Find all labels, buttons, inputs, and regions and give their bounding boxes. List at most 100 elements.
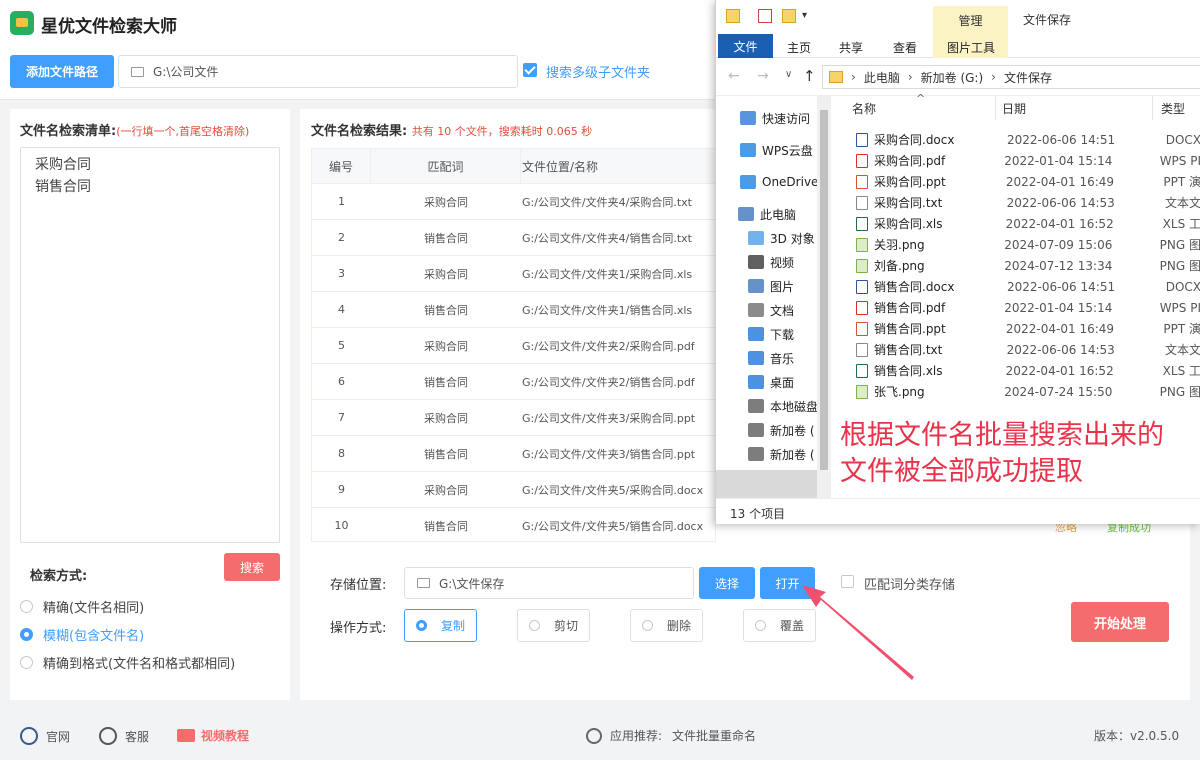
mode-fuzzy-radio[interactable]: 模糊(包含文件名) <box>20 625 144 644</box>
file-name: 销售合同.xls <box>874 364 943 378</box>
recommend-app-link[interactable]: 文件批量重命名 <box>672 727 756 744</box>
file-row[interactable]: 关羽.png 2024-07-09 15:06 PNG 图 <box>852 234 1200 255</box>
nav-item[interactable]: 视频 <box>748 251 794 273</box>
choose-button[interactable]: 选择 <box>699 567 755 599</box>
row-path: G:/公司文件/文件夹2/采购合同.pdf <box>522 339 695 353</box>
radio-dot-icon <box>20 600 33 613</box>
navigation-pane: 快速访问 WPS云盘 OneDrive 此电脑 3D 对象视频 图片 文档 下载 音乐 桌面 本地磁… <box>716 96 831 498</box>
nav-item[interactable]: WPS云盘 <box>740 139 813 161</box>
breadcrumb-this-pc[interactable]: 此电脑 <box>864 69 900 86</box>
table-row[interactable]: 1 采购合同 G:/公司文件/文件夹4/采购合同.txt <box>312 184 715 220</box>
file-name: 刘备.png <box>874 259 925 273</box>
nav-item[interactable]: 图片 <box>748 275 794 297</box>
ie-icon <box>20 727 38 745</box>
search-button[interactable]: 搜索 <box>224 553 280 581</box>
nav-item[interactable]: 此电脑 <box>738 203 796 225</box>
table-row[interactable]: 5 采购合同 G:/公司文件/文件夹2/采购合同.pdf <box>312 328 715 364</box>
table-row[interactable]: 2 销售合同 G:/公司文件/文件夹4/销售合同.txt <box>312 220 715 256</box>
col-date-header[interactable]: 日期 <box>1002 100 1026 117</box>
nav-scrollbar[interactable] <box>817 96 831 498</box>
file-row[interactable]: 采购合同.xls 2022-04-01 16:52 XLS 工 <box>852 213 1200 234</box>
file-type: PNG 图 <box>1159 259 1200 273</box>
table-row[interactable]: 3 采购合同 G:/公司文件/文件夹1/采购合同.xls <box>312 256 715 292</box>
address-bar[interactable]: › 此电脑 › 新加卷 (G:) › 文件保存 <box>822 65 1200 89</box>
nav-item[interactable]: 快速访问 <box>740 107 810 129</box>
keyword-textarea[interactable]: 采购合同 销售合同 <box>20 147 280 543</box>
file-row[interactable]: 销售合同.txt 2022-06-06 14:53 文本文 <box>852 339 1200 360</box>
tab-picture-tools[interactable]: 图片工具 <box>947 39 995 56</box>
tab-share[interactable]: 共享 <box>839 39 863 56</box>
nav-item[interactable]: 桌面 <box>748 371 794 393</box>
tab-file[interactable]: 文件 <box>718 34 773 58</box>
table-row[interactable]: 6 销售合同 G:/公司文件/文件夹2/销售合同.pdf <box>312 364 715 400</box>
breadcrumb-folder[interactable]: 文件保存 <box>1004 69 1052 86</box>
file-type: PPT 演 <box>1163 175 1200 189</box>
add-path-button[interactable]: 添加文件路径 <box>10 55 114 88</box>
path-input[interactable]: G:\公司文件 <box>118 55 518 88</box>
nav-item[interactable]: 本地磁盘 <box>748 395 818 417</box>
recommend-label: 应用推荐: <box>610 729 663 743</box>
up-arrow-icon[interactable]: ↑ <box>803 67 816 85</box>
quick-access-dropdown-icon[interactable]: ▾ <box>802 10 807 21</box>
op-copy-button[interactable]: 复制 <box>404 609 477 642</box>
desktop-icon <box>748 375 764 389</box>
keyword-list-title: 文件名检索清单:(一行填一个,首尾空格清除) <box>20 124 250 139</box>
op-cut-button[interactable]: 剪切 <box>517 609 590 642</box>
forward-arrow-icon[interactable]: → <box>757 68 769 84</box>
results-title: 文件名检索结果: 共有 10 个文件，搜索耗时 0.065 秒 <box>311 124 593 139</box>
subfolder-label[interactable]: 搜索多级子文件夹 <box>546 62 650 81</box>
official-site-link[interactable]: 官网 <box>20 727 70 745</box>
start-process-button[interactable]: 开始处理 <box>1071 602 1169 642</box>
nav-item[interactable]: 音乐 <box>748 347 794 369</box>
row-path: G:/公司文件/文件夹1/销售合同.xls <box>522 303 693 317</box>
save-path-input[interactable]: G:\文件保存 <box>404 567 694 599</box>
table-row[interactable]: 8 销售合同 G:/公司文件/文件夹3/销售合同.ppt <box>312 436 715 472</box>
file-row[interactable]: 采购合同.ppt 2022-04-01 16:49 PPT 演 <box>852 171 1200 192</box>
table-row[interactable]: 10 销售合同 G:/公司文件/文件夹5/销售合同.docx <box>312 508 715 541</box>
table-row[interactable]: 9 采购合同 G:/公司文件/文件夹5/采购合同.docx <box>312 472 715 508</box>
document-icon <box>748 303 764 317</box>
file-row[interactable]: 采购合同.txt 2022-06-06 14:53 文本文 <box>852 192 1200 213</box>
manage-context-tab[interactable]: 管理 <box>933 6 1008 34</box>
file-name: 关羽.png <box>874 238 925 252</box>
col-name-header[interactable]: 名称 <box>852 100 876 117</box>
support-link[interactable]: 客服 <box>99 727 149 745</box>
file-row[interactable]: 销售合同.xls 2022-04-01 16:52 XLS 工 <box>852 360 1200 381</box>
mode-format-radio[interactable]: 精确到格式(文件名和格式都相同) <box>20 653 235 672</box>
file-row[interactable]: 销售合同.ppt 2022-04-01 16:49 PPT 演 <box>852 318 1200 339</box>
nav-item[interactable]: OneDrive <box>740 171 818 193</box>
word-icon <box>856 279 868 294</box>
file-row[interactable]: 采购合同.docx 2022-06-06 14:51 DOCX <box>852 129 1200 150</box>
folder-icon <box>726 9 740 23</box>
properties-icon[interactable] <box>758 9 772 23</box>
png-icon <box>856 384 868 399</box>
nav-item[interactable]: 3D 对象 <box>748 227 815 249</box>
nav-item[interactable]: 新加卷 ( <box>748 443 815 465</box>
nav-item[interactable]: 文档 <box>748 299 794 321</box>
file-row[interactable]: 销售合同.pdf 2022-01-04 15:14 WPS PI <box>852 297 1200 318</box>
nav-item-label: 3D 对象 <box>770 231 815 246</box>
file-row[interactable]: 采购合同.pdf 2022-01-04 15:14 WPS PI <box>852 150 1200 171</box>
subfolder-checkbox[interactable] <box>523 63 537 77</box>
mode-exact-radio[interactable]: 精确(文件名相同) <box>20 597 144 616</box>
table-row[interactable]: 4 销售合同 G:/公司文件/文件夹1/销售合同.xls <box>312 292 715 328</box>
recent-dropdown-icon[interactable]: ∨ <box>785 69 792 80</box>
tab-view[interactable]: 查看 <box>893 39 917 56</box>
back-arrow-icon[interactable]: ← <box>728 68 740 84</box>
app-window: 星优文件检索大师 添加文件路径 G:\公司文件 搜索多级子文件夹 文件名检索清单… <box>0 0 1200 760</box>
breadcrumb-drive[interactable]: 新加卷 (G:) <box>921 69 984 86</box>
file-row[interactable]: 刘备.png 2024-07-12 13:34 PNG 图 <box>852 255 1200 276</box>
col-type-header[interactable]: 类型 <box>1161 100 1185 117</box>
nav-item[interactable]: 下载 <box>748 323 794 345</box>
new-folder-icon[interactable] <box>782 9 796 23</box>
tab-home[interactable]: 主页 <box>787 39 811 56</box>
file-row[interactable]: 张飞.png 2024-07-24 15:50 PNG 图 <box>852 381 1200 402</box>
annotation-line-2: 文件被全部成功提取 <box>840 456 1083 487</box>
table-row[interactable]: 7 采购合同 G:/公司文件/文件夹3/采购合同.ppt <box>312 400 715 436</box>
file-row[interactable]: 销售合同.docx 2022-06-06 14:51 DOCX <box>852 276 1200 297</box>
video-tutorial-link[interactable]: 视频教程 <box>177 727 249 744</box>
txt-icon <box>856 342 868 357</box>
nav-item[interactable]: 新加卷 ( <box>748 419 815 441</box>
op-delete-button[interactable]: 删除 <box>630 609 703 642</box>
file-type: 文本文 <box>1164 343 1200 357</box>
